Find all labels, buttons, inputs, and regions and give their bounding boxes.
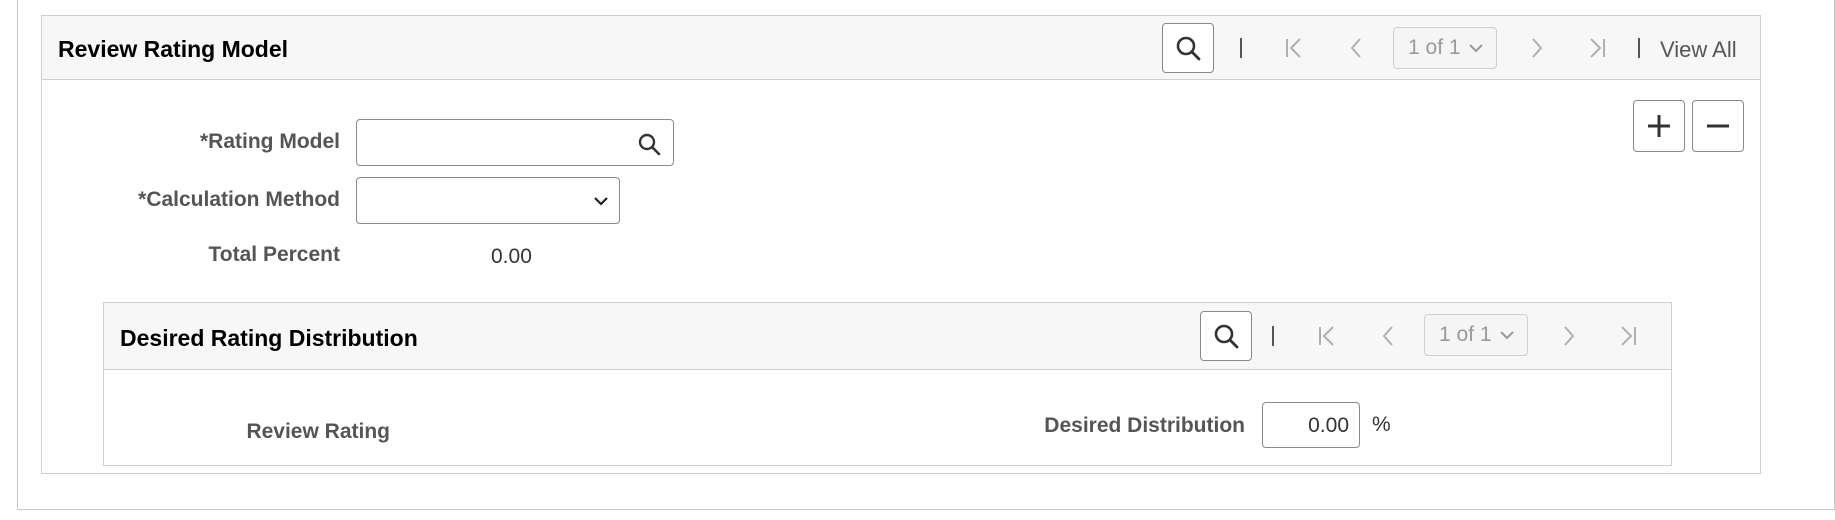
find-button[interactable] — [1162, 23, 1214, 73]
total-percent-label: Total Percent — [208, 243, 340, 266]
add-row-button[interactable] — [1633, 100, 1685, 152]
pager-separator — [1272, 326, 1274, 346]
review-rating-model-title: Review Rating Model — [58, 36, 289, 62]
search-icon — [1214, 324, 1239, 349]
pager-separator — [1240, 38, 1242, 58]
last-page-icon[interactable] — [1585, 34, 1609, 62]
chevron-down-icon — [1500, 331, 1514, 340]
first-page-icon[interactable] — [1282, 34, 1306, 62]
next-page-icon[interactable] — [1527, 34, 1547, 62]
page-select[interactable]: 1 of 1 — [1424, 314, 1528, 356]
desired-rating-distribution-header: Desired Rating Distribution 1 of 1 — [104, 303, 1671, 370]
search-icon — [1176, 36, 1201, 61]
calculation-method-select[interactable] — [356, 177, 620, 224]
view-all-link[interactable]: View All — [1660, 37, 1737, 63]
last-page-icon[interactable] — [1616, 322, 1640, 350]
page-select-value: 1 of 1 — [1439, 323, 1492, 346]
page-select-value: 1 of 1 — [1408, 36, 1461, 59]
calculation-method-label: *Calculation Method — [138, 188, 340, 211]
desired-rating-distribution-title: Desired Rating Distribution — [120, 325, 418, 351]
review-rating-model-header: Review Rating Model 1 of 1 View All — [42, 16, 1760, 80]
previous-page-icon[interactable] — [1346, 34, 1366, 62]
percent-unit: % — [1372, 413, 1391, 436]
plus-icon — [1648, 115, 1670, 137]
next-page-icon[interactable] — [1559, 322, 1579, 350]
review-rating-label: Review Rating — [246, 420, 390, 443]
delete-row-button[interactable] — [1692, 100, 1744, 152]
desired-distribution-input[interactable]: 0.00 — [1262, 402, 1360, 448]
rating-model-label: *Rating Model — [200, 130, 340, 153]
desired-distribution-value: 0.00 — [1308, 414, 1349, 437]
chevron-down-icon — [594, 197, 608, 206]
rating-model-input[interactable] — [356, 119, 674, 166]
previous-page-icon[interactable] — [1378, 322, 1398, 350]
page-select[interactable]: 1 of 1 — [1393, 27, 1497, 69]
minus-icon — [1707, 124, 1729, 128]
pager-separator — [1638, 38, 1640, 58]
search-icon[interactable] — [637, 132, 661, 156]
chevron-down-icon — [1469, 44, 1483, 53]
find-button[interactable] — [1200, 311, 1252, 361]
first-page-icon[interactable] — [1315, 322, 1339, 350]
desired-distribution-label: Desired Distribution — [1044, 414, 1245, 437]
total-percent-value: 0.00 — [491, 245, 532, 268]
